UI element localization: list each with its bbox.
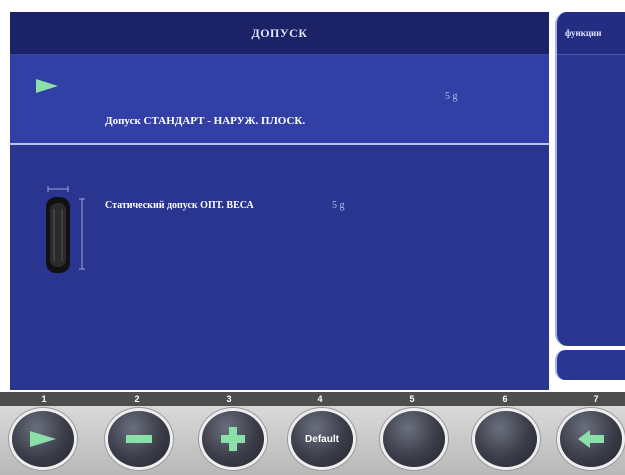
function-key-number: 3 — [226, 394, 232, 404]
play-button[interactable] — [12, 411, 74, 467]
plus-button[interactable] — [202, 411, 264, 467]
function-key-number: 4 — [317, 394, 323, 404]
function-button-5[interactable] — [383, 411, 445, 467]
plus-icon — [221, 427, 245, 451]
function-key-strip: 1 2 3 4 5 6 7 — [0, 392, 625, 406]
function-key-number: 7 — [593, 394, 599, 404]
main-panel: ДОПУСК 5 g Допуск СТАНДАРТ - НАРУЖ. ПЛОС… — [10, 12, 549, 390]
detail-label: Статический допуск ОПТ. ВЕСА — [105, 200, 254, 211]
function-key-number: 2 — [134, 394, 140, 404]
tolerance-option-row[interactable]: 5 g Допуск СТАНДАРТ - НАРУЖ. ПЛОСК. — [10, 55, 549, 145]
detail-value: 5 g — [332, 200, 345, 211]
back-arrow-icon — [578, 430, 604, 448]
title-bar: ДОПУСК — [10, 12, 549, 55]
minus-icon — [126, 435, 152, 443]
minus-button[interactable] — [108, 411, 170, 467]
function-button-6[interactable] — [475, 411, 537, 467]
page-title: ДОПУСК — [251, 25, 308, 40]
button-bar: Default — [0, 406, 625, 475]
back-button[interactable] — [560, 411, 622, 467]
side-panel-small — [555, 350, 625, 380]
default-button-label: Default — [305, 433, 339, 445]
function-key-number: 1 — [41, 394, 47, 404]
play-icon — [30, 431, 56, 447]
selection-arrow-icon — [36, 79, 58, 93]
function-key-number: 6 — [502, 394, 508, 404]
default-button[interactable]: Default — [291, 411, 353, 467]
side-panel-title: функции — [557, 12, 625, 55]
tire-icon — [46, 186, 85, 273]
option-value: 5 g — [445, 91, 458, 102]
detail-area: Статический допуск ОПТ. ВЕСА 5 g — [10, 145, 549, 390]
option-label: Допуск СТАНДАРТ - НАРУЖ. ПЛОСК. — [105, 115, 306, 127]
screen: ДОПУСК 5 g Допуск СТАНДАРТ - НАРУЖ. ПЛОС… — [0, 0, 625, 475]
function-key-number: 5 — [409, 394, 415, 404]
side-panel: функции — [555, 12, 625, 346]
